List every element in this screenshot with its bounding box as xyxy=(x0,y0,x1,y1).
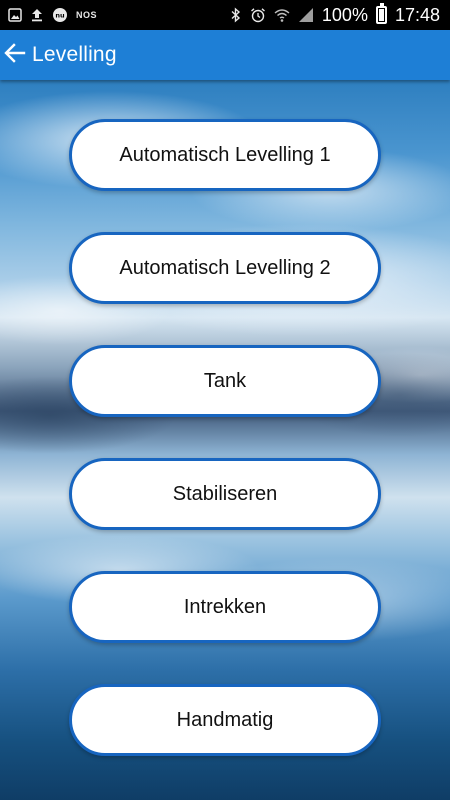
bluetooth-icon xyxy=(230,7,242,23)
signal-icon xyxy=(298,7,314,23)
gallery-icon xyxy=(8,8,22,22)
handmatig-button[interactable]: Handmatig xyxy=(69,684,381,756)
tank-button[interactable]: Tank xyxy=(69,345,381,417)
nu-icon: nu xyxy=(52,7,68,23)
arrow-left-icon xyxy=(4,42,26,69)
page-title: Levelling xyxy=(32,43,117,66)
wifi-icon xyxy=(274,7,290,23)
system-status: 100% 17:48 xyxy=(230,3,440,26)
stabiliseren-button[interactable]: Stabiliseren xyxy=(69,458,381,530)
automatisch-levelling-2-button[interactable]: Automatisch Levelling 2 xyxy=(69,232,381,304)
app-bar: Levelling xyxy=(0,30,450,80)
notification-area: nu NOS xyxy=(8,7,97,23)
upload-icon xyxy=(30,8,44,22)
back-button[interactable] xyxy=(0,30,30,80)
automatisch-levelling-1-button[interactable]: Automatisch Levelling 1 xyxy=(69,119,381,191)
levelling-menu: Automatisch Levelling 1 Automatisch Leve… xyxy=(0,80,450,800)
svg-text:nu: nu xyxy=(55,12,65,20)
clock: 17:48 xyxy=(394,4,440,25)
alarm-icon xyxy=(250,7,266,23)
nos-icon: NOS xyxy=(76,10,98,20)
battery-charging-icon xyxy=(375,3,387,24)
battery-percent: 100% xyxy=(321,4,368,25)
status-bar: nu NOS 100% 17:48 xyxy=(0,0,450,30)
intrekken-button[interactable]: Intrekken xyxy=(69,571,381,643)
